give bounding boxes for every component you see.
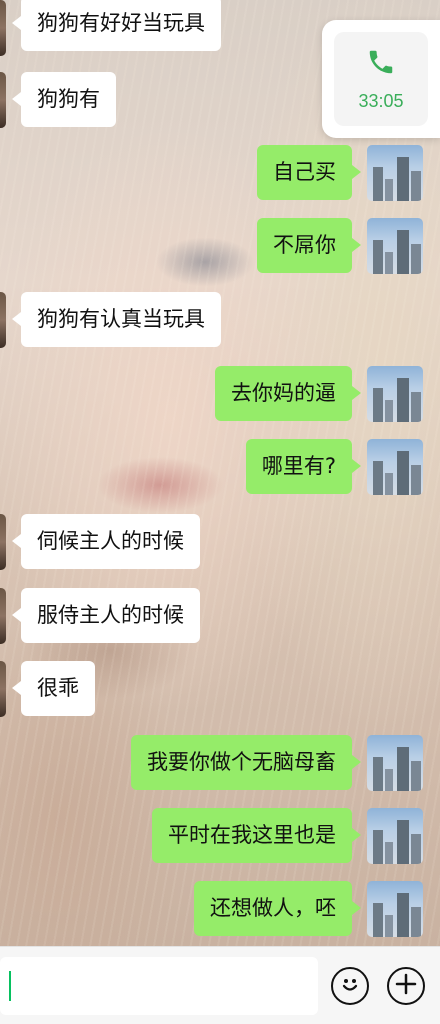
message-row: 很乖 bbox=[0, 661, 95, 717]
received-message-bubble[interactable]: 伺候主人的时候 bbox=[12, 514, 200, 569]
message-text: 去你妈的逼 bbox=[231, 381, 336, 405]
call-record-card[interactable]: 33:05 bbox=[322, 20, 440, 138]
message-row: 自己买 bbox=[257, 145, 361, 200]
message-text: 平时在我这里也是 bbox=[168, 823, 336, 847]
received-message-bubble[interactable]: 狗狗有 bbox=[12, 72, 116, 127]
emoji-icon bbox=[337, 971, 363, 1001]
contact-avatar[interactable] bbox=[0, 514, 6, 570]
message-row: 狗狗有认真当玩具 bbox=[0, 292, 221, 348]
message-input[interactable] bbox=[0, 957, 318, 1015]
sent-message-bubble[interactable]: 还想做人，呸 bbox=[194, 881, 361, 936]
contact-avatar[interactable] bbox=[0, 661, 6, 717]
contact-avatar[interactable] bbox=[0, 292, 6, 348]
my-avatar[interactable] bbox=[367, 439, 423, 495]
message-text: 狗狗有 bbox=[37, 87, 100, 111]
message-row: 伺候主人的时候 bbox=[0, 514, 200, 570]
received-message-bubble[interactable]: 狗狗有好好当玩具 bbox=[12, 0, 221, 51]
phone-icon bbox=[366, 47, 396, 81]
received-message-bubble[interactable]: 很乖 bbox=[12, 661, 95, 716]
my-avatar[interactable] bbox=[367, 808, 423, 864]
message-row: 我要你做个无脑母畜 bbox=[131, 735, 361, 790]
text-caret bbox=[9, 971, 11, 1001]
call-duration: 33:05 bbox=[358, 90, 404, 111]
message-row: 还想做人，呸 bbox=[194, 881, 361, 936]
message-row: 哪里有? bbox=[245, 439, 362, 494]
my-avatar[interactable] bbox=[367, 881, 423, 937]
message-row: 狗狗有好好当玩具 bbox=[0, 0, 221, 56]
message-text: 狗狗有好好当玩具 bbox=[37, 11, 205, 35]
message-text: 我要你做个无脑母畜 bbox=[147, 750, 336, 774]
contact-avatar[interactable] bbox=[0, 72, 6, 128]
more-options-button[interactable] bbox=[387, 967, 425, 1005]
message-text: 还想做人，呸 bbox=[210, 896, 336, 920]
contact-avatar[interactable] bbox=[0, 0, 6, 56]
message-input-bar bbox=[0, 946, 440, 1024]
received-message-bubble[interactable]: 服侍主人的时候 bbox=[12, 588, 200, 643]
message-text: 很乖 bbox=[37, 676, 79, 700]
message-text: 哪里有? bbox=[261, 454, 336, 478]
sent-message-bubble[interactable]: 不屌你 bbox=[257, 218, 361, 273]
sent-message-bubble[interactable]: 哪里有? bbox=[245, 439, 362, 494]
emoji-button[interactable] bbox=[331, 967, 369, 1005]
call-record-body[interactable]: 33:05 bbox=[334, 32, 428, 126]
my-avatar[interactable] bbox=[367, 735, 423, 791]
message-text: 伺候主人的时候 bbox=[37, 529, 184, 553]
sent-message-bubble[interactable]: 自己买 bbox=[257, 145, 361, 200]
my-avatar[interactable] bbox=[367, 366, 423, 422]
received-message-bubble[interactable]: 狗狗有认真当玩具 bbox=[12, 292, 221, 347]
message-row: 平时在我这里也是 bbox=[152, 808, 361, 863]
message-row: 服侍主人的时候 bbox=[0, 588, 200, 644]
message-text: 自己买 bbox=[273, 160, 336, 184]
message-text: 狗狗有认真当玩具 bbox=[37, 307, 205, 331]
message-row: 去你妈的逼 bbox=[215, 366, 361, 421]
my-avatar[interactable] bbox=[367, 145, 423, 201]
message-row: 狗狗有 bbox=[0, 72, 116, 128]
sent-message-bubble[interactable]: 平时在我这里也是 bbox=[152, 808, 361, 863]
message-text: 不屌你 bbox=[273, 233, 336, 257]
message-row: 不屌你 bbox=[257, 218, 361, 273]
sent-message-bubble[interactable]: 我要你做个无脑母畜 bbox=[131, 735, 361, 790]
message-text: 服侍主人的时候 bbox=[37, 603, 184, 627]
plus-icon bbox=[394, 972, 418, 1000]
sent-message-bubble[interactable]: 去你妈的逼 bbox=[215, 366, 361, 421]
contact-avatar[interactable] bbox=[0, 588, 6, 644]
my-avatar[interactable] bbox=[367, 218, 423, 274]
